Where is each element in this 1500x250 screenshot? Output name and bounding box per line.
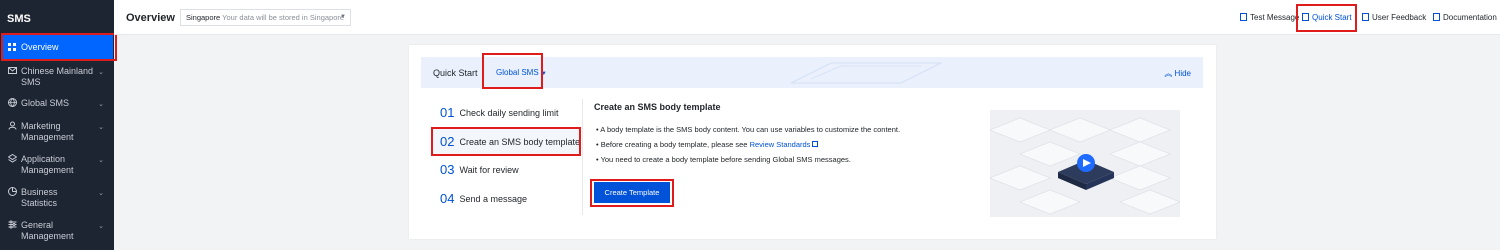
phone-icon	[1240, 13, 1247, 21]
divider	[582, 99, 583, 215]
globe-icon	[8, 98, 17, 107]
pie-chart-icon	[8, 187, 17, 196]
brand-title: SMS	[7, 13, 31, 25]
layers-icon	[8, 154, 17, 163]
user-feedback-link[interactable]: User Feedback	[1362, 13, 1426, 22]
detail-bullet-3: • You need to create a body template bef…	[596, 155, 851, 164]
page-title: Overview	[126, 12, 175, 24]
external-link-icon	[812, 141, 819, 147]
sidebar-item-business-statistics[interactable]: Business Statistics ⌄	[0, 187, 114, 209]
edit-icon	[1362, 13, 1369, 21]
header-decoration	[790, 62, 942, 84]
settings-icon	[8, 220, 17, 229]
detail-title: Create an SMS body template	[594, 102, 721, 112]
chevron-down-icon: ⌄	[98, 101, 104, 108]
documentation-link[interactable]: Documentation	[1433, 13, 1497, 22]
highlight-quick-start	[1296, 4, 1357, 32]
quick-start-title: Quick Start	[433, 68, 478, 78]
detail-bullet-2: • Before creating a body template, pleas…	[596, 140, 819, 149]
user-icon	[8, 121, 17, 130]
chevron-down-icon: ⌄	[98, 69, 104, 76]
chevron-down-icon: ⌄	[98, 190, 104, 197]
sidebar-item-general-management[interactable]: General Management ⌄	[0, 220, 114, 242]
top-bar: Overview Singapore Your data will be sto…	[114, 0, 1500, 35]
quick-start-card: Quick Start Global SMS ▼ ︽ Hide 01 Check …	[409, 45, 1216, 239]
sidebar-item-marketing-management[interactable]: Marketing Management ⌄	[0, 121, 114, 143]
step-3[interactable]: 03 Wait for review	[440, 162, 519, 177]
region-hint: Your data will be stored in Singapore	[222, 13, 345, 22]
detail-bullet-1: • A body template is the SMS body conten…	[596, 125, 901, 134]
sidebar-item-chinese-mainland-sms[interactable]: Chinese Mainland SMS ⌄	[0, 66, 114, 88]
region-select[interactable]: Singapore Your data will be stored in Si…	[180, 9, 351, 26]
highlight-overview	[1, 33, 117, 61]
chevron-down-icon: ⌄	[98, 124, 104, 131]
region-value: Singapore	[186, 13, 221, 22]
highlight-product-select	[482, 53, 543, 89]
illustration-image	[990, 110, 1180, 217]
test-message-link[interactable]: Test Message	[1240, 13, 1299, 22]
chevron-down-icon: ⌄	[98, 157, 104, 164]
sidebar-item-global-sms[interactable]: Global SMS ⌄	[0, 98, 114, 109]
step-4[interactable]: 04 Send a message	[440, 191, 527, 206]
message-icon	[8, 67, 17, 74]
sidebar-item-application-management[interactable]: Application Management ⌄	[0, 154, 114, 176]
hide-button[interactable]: ︽ Hide	[1164, 68, 1191, 79]
collapse-icon: ︽	[1164, 69, 1173, 78]
document-icon	[1433, 13, 1440, 21]
highlight-step-2	[431, 127, 581, 156]
highlight-create-template	[590, 179, 674, 207]
step-1[interactable]: 01 Check daily sending limit	[440, 105, 559, 120]
caret-down-icon: ▼	[340, 14, 346, 20]
review-standards-link[interactable]: Review Standards	[750, 140, 811, 149]
chevron-down-icon: ⌄	[98, 223, 104, 230]
